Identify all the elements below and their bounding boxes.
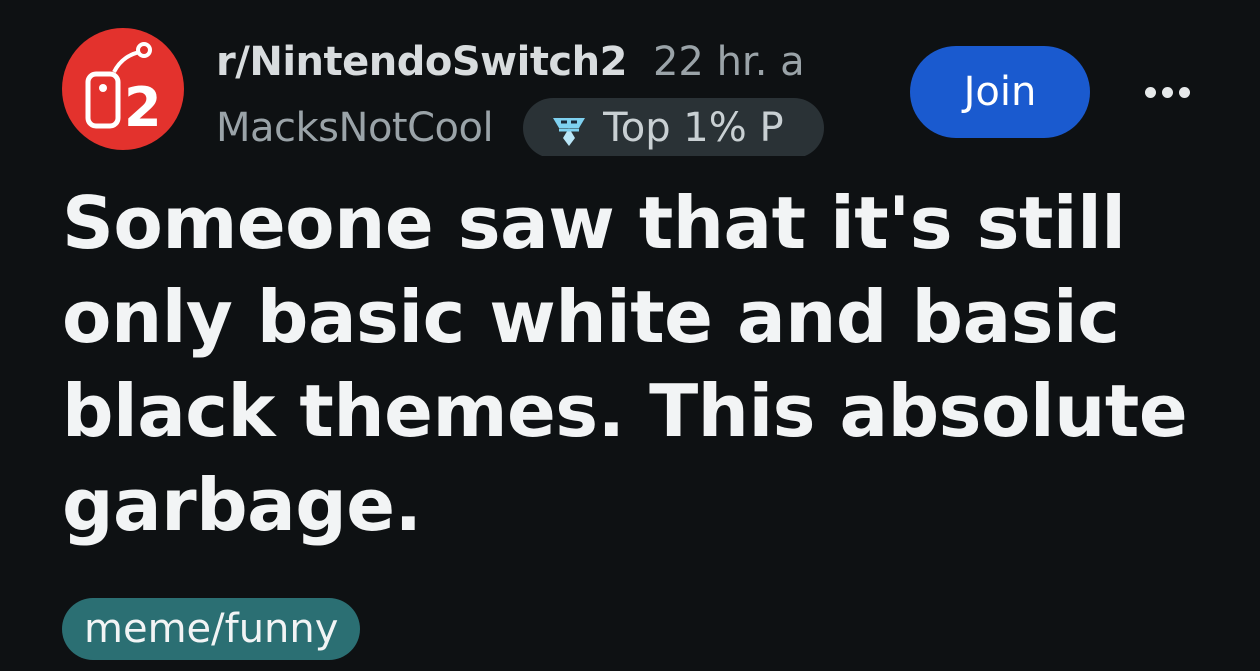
meta-line-author: MacksNotCool Top 1% P [216,98,824,156]
meta-line-subreddit: r/NintendoSwitch2 22 hr. a [216,38,805,86]
more-dot [1161,86,1173,98]
user-flair-badge[interactable]: Top 1% P [523,98,824,156]
avatar-text: 2 [124,76,162,139]
post-time: 22 hr. a [652,39,805,85]
more-dot [1144,86,1156,98]
top-poster-badge-icon [549,108,589,148]
post-title[interactable]: Someone saw that it's still only basic w… [62,176,1202,552]
author-link[interactable]: MacksNotCool [216,104,494,152]
user-flair-text: Top 1% P [603,105,784,151]
join-button[interactable]: Join [910,46,1090,138]
post-meta: r/NintendoSwitch2 22 hr. a MacksNotCool T… [216,30,834,156]
subreddit-avatar[interactable]: 2 [62,28,184,150]
more-dot [1178,86,1190,98]
more-horizontal-icon[interactable] [1132,72,1202,112]
subreddit-link[interactable]: r/NintendoSwitch2 [216,39,627,85]
post-flair-tag[interactable]: meme/funny [62,598,361,660]
subreddit-logo-icon: 2 [85,42,162,139]
